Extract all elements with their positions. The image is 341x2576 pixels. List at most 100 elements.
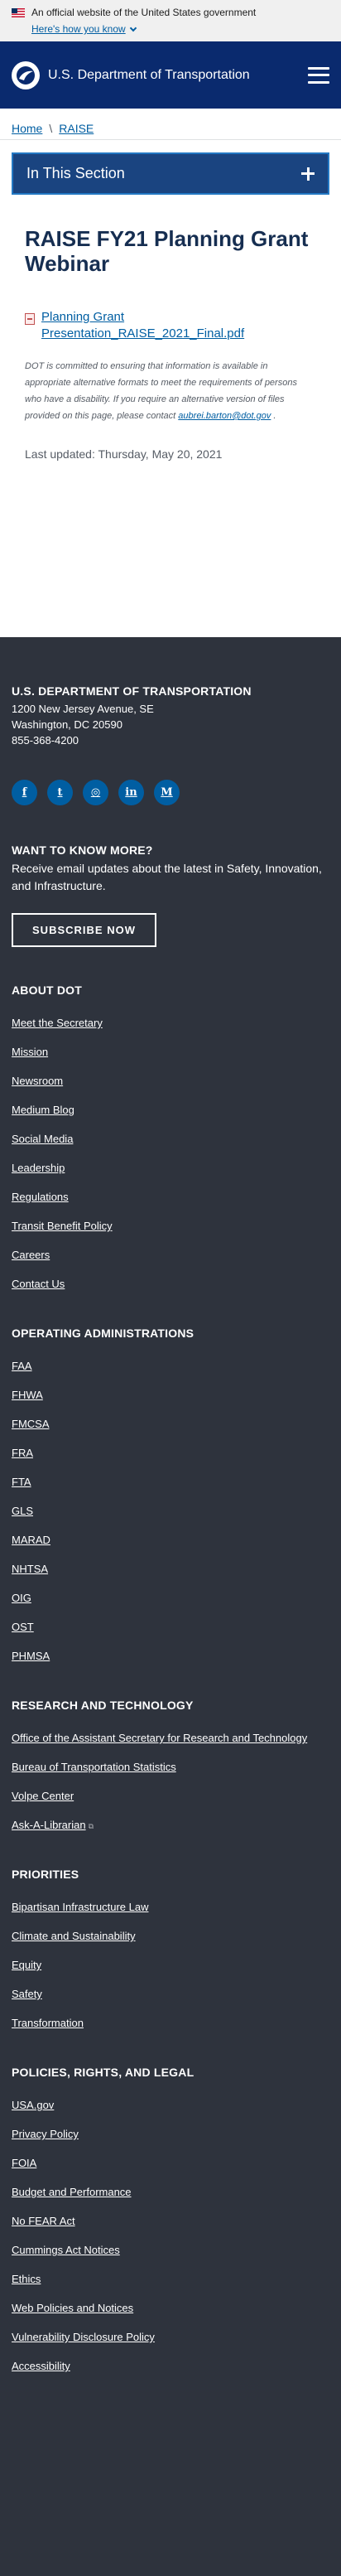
contact-email-link[interactable]: aubrei.barton@dot.gov [178, 411, 271, 421]
footer-link-item: Careers [12, 1249, 329, 1261]
footer-link-item: PHMSA [12, 1650, 329, 1662]
footer-link-item: Transit Benefit Policy [12, 1220, 329, 1232]
file-attachment: Planning Grant Presentation_RAISE_2021_F… [25, 309, 316, 342]
footer-link-item: GLS [12, 1505, 329, 1517]
footer-link[interactable]: Medium Blog [12, 1104, 74, 1116]
footer-link-item: Equity [12, 1959, 329, 1971]
gov-banner: An official website of the United States… [0, 0, 341, 41]
footer-link[interactable]: USA.gov [12, 2099, 54, 2111]
footer-link-item: MARAD [12, 1534, 329, 1546]
footer-link-item: Meet the Secretary [12, 1017, 329, 1029]
how-you-know-link[interactable]: Here's how you know [31, 23, 137, 35]
breadcrumb-raise[interactable]: RAISE [59, 122, 94, 135]
in-this-section-label: In This Section [26, 165, 125, 181]
footer-link[interactable]: Climate and Sustainability [12, 1930, 136, 1942]
medium-icon[interactable]: M [154, 780, 180, 805]
footer-link-item: OST [12, 1621, 329, 1633]
footer-section: RESEARCH AND TECHNOLOGY Office of the Ass… [12, 1699, 329, 1831]
footer-link[interactable]: Office of the Assistant Secretary for Re… [12, 1732, 307, 1744]
footer-link[interactable]: Newsroom [12, 1075, 63, 1087]
footer-link-item: FHWA [12, 1389, 329, 1401]
footer-link[interactable]: Safety [12, 1988, 42, 2000]
facebook-icon[interactable]: f [12, 780, 37, 805]
footer-link[interactable]: OST [12, 1621, 34, 1633]
footer-link[interactable]: FOIA [12, 2157, 36, 2169]
pdf-file-icon [25, 313, 35, 325]
footer-link-item: FTA [12, 1476, 329, 1488]
footer-section-title: POLICIES, RIGHTS, AND LEGAL [12, 2066, 195, 2079]
linkedin-icon[interactable]: in [118, 780, 144, 805]
footer-link[interactable]: OIG [12, 1592, 31, 1604]
footer-link[interactable]: PHMSA [12, 1650, 50, 1662]
footer-link[interactable]: Meet the Secretary [12, 1017, 103, 1029]
footer-link[interactable]: MARAD [12, 1534, 50, 1546]
accessibility-note: DOT is committed to ensuring that inform… [25, 358, 316, 424]
footer-link-item: Climate and Sustainability [12, 1930, 329, 1942]
footer-link[interactable]: Volpe Center [12, 1790, 74, 1802]
plus-icon [301, 167, 315, 181]
footer-link[interactable]: NHTSA [12, 1563, 48, 1575]
phone-number: 855-368-4200 [12, 734, 79, 747]
footer-link[interactable]: Contact Us [12, 1278, 65, 1290]
footer-link[interactable]: GLS [12, 1505, 33, 1517]
site-footer: U.S. DEPARTMENT OF TRANSPORTATION 1200 N… [0, 637, 341, 2576]
how-you-know-label: Here's how you know [31, 23, 126, 35]
footer-link-item: Cummings Act Notices [12, 2244, 329, 2256]
footer-link-list: Bipartisan Infrastructure Law Climate and… [12, 1901, 329, 2029]
footer-section-title: ABOUT DOT [12, 984, 83, 997]
footer-link[interactable]: Privacy Policy [12, 2128, 79, 2140]
footer-link-item: Office of the Assistant Secretary for Re… [12, 1732, 329, 1744]
footer-link-item: Transformation [12, 2017, 329, 2029]
footer-link[interactable]: No FEAR Act [12, 2215, 75, 2227]
footer-section: POLICIES, RIGHTS, AND LEGAL USA.gov Privac… [12, 2066, 329, 2372]
page-title: RAISE FY21 Planning Grant Webinar [25, 226, 309, 276]
footer-link-item: Newsroom [12, 1075, 329, 1087]
footer-link-item: NHTSA [12, 1563, 329, 1575]
footer-link-item: Vulnerability Disclosure Policy [12, 2331, 329, 2343]
footer-link-item: Social Media [12, 1133, 329, 1145]
footer-link[interactable]: Transit Benefit Policy [12, 1220, 113, 1232]
menu-icon[interactable] [308, 66, 329, 84]
in-this-section-toggle[interactable]: In This Section [12, 152, 329, 195]
footer-link-list: FAA FHWA FMCSA FRA FTA GLS MARAD NHTSA OIG OST PHM… [12, 1360, 329, 1662]
footer-section-title: OPERATING ADMINISTRATIONS [12, 1327, 195, 1340]
footer-link[interactable]: Equity [12, 1959, 41, 1971]
footer-link[interactable]: Transformation [12, 2017, 84, 2029]
footer-link[interactable]: FTA [12, 1476, 31, 1488]
footer-link[interactable]: Careers [12, 1249, 50, 1261]
footer-link[interactable]: Budget and Performance [12, 2186, 132, 2198]
site-brand[interactable]: U.S. Department of Transportation [12, 60, 250, 89]
footer-link[interactable]: Regulations [12, 1191, 69, 1203]
footer-link[interactable]: Web Policies and Notices [12, 2302, 133, 2314]
footer-link[interactable]: FRA [12, 1447, 33, 1459]
footer-link[interactable]: FHWA [12, 1389, 43, 1401]
footer-link[interactable]: Ethics [12, 2273, 41, 2285]
instagram-icon[interactable]: ◎ [83, 780, 108, 805]
footer-link[interactable]: Bipartisan Infrastructure Law [12, 1901, 148, 1913]
footer-link[interactable]: Accessibility [12, 2360, 70, 2372]
footer-link-item: USA.gov [12, 2099, 329, 2111]
footer-link-item: OIG [12, 1592, 329, 1604]
footer-link[interactable]: Leadership [12, 1162, 65, 1174]
footer-link-item: Web Policies and Notices [12, 2302, 329, 2314]
address-line-2: Washington, DC 20590 [12, 718, 122, 731]
footer-link[interactable]: Social Media [12, 1133, 73, 1145]
footer-link[interactable]: FAA [12, 1360, 32, 1372]
footer-link[interactable]: Ask-A-Librarian [12, 1819, 86, 1831]
newsletter-text: Receive email updates about the latest i… [12, 862, 322, 892]
footer-link[interactable]: FMCSA [12, 1418, 50, 1430]
footer-link[interactable]: Mission [12, 1046, 48, 1058]
pdf-download-link[interactable]: Planning Grant Presentation_RAISE_2021_F… [41, 309, 316, 342]
footer-link-item: Accessibility [12, 2360, 329, 2372]
twitter-icon[interactable]: t [47, 780, 73, 805]
dot-logo-icon [12, 60, 40, 89]
footer-section-title: RESEARCH AND TECHNOLOGY [12, 1699, 194, 1712]
footer-link[interactable]: Bureau of Transportation Statistics [12, 1761, 176, 1773]
footer-link-list: Office of the Assistant Secretary for Re… [12, 1732, 329, 1831]
footer-link[interactable]: Vulnerability Disclosure Policy [12, 2331, 155, 2343]
breadcrumb-home[interactable]: Home [12, 122, 42, 135]
footer-link[interactable]: Cummings Act Notices [12, 2244, 120, 2256]
footer-section: ABOUT DOT Meet the Secretary Mission Newsro… [12, 984, 329, 1290]
subscribe-button[interactable]: SUBSCRIBE NOW [12, 913, 156, 947]
footer-link-item: Safety [12, 1988, 329, 2000]
